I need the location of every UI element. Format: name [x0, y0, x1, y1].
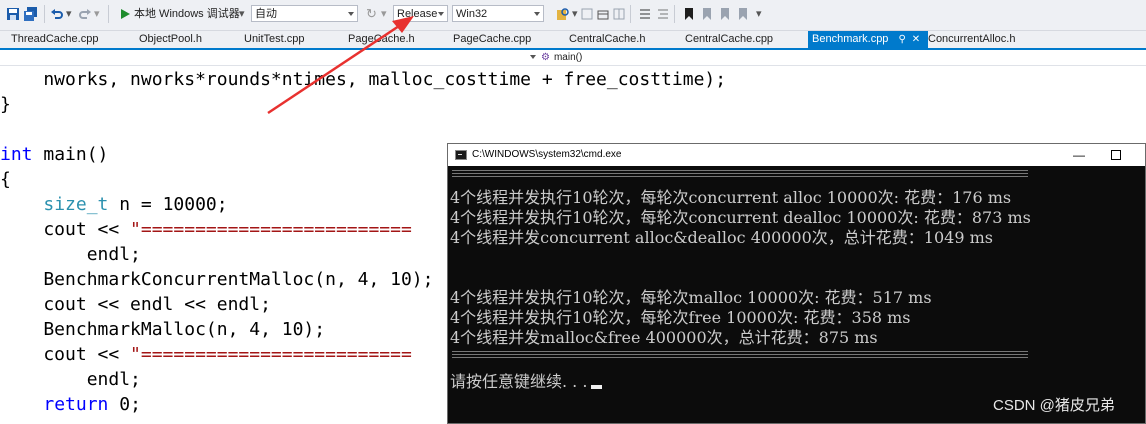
mode-select[interactable]: 自动: [251, 5, 358, 22]
tab-unittest-cpp[interactable]: UnitTest.cpp: [244, 31, 305, 48]
code-line: int main(): [0, 142, 108, 167]
type-name: size_t: [43, 194, 109, 215]
toolbar-tool-icon[interactable]: [580, 7, 594, 21]
console-titlebar[interactable]: C:\WINDOWS\system32\cmd.exe —: [448, 144, 1145, 166]
string-literal: "=========================: [130, 344, 412, 365]
code-line: endl;: [0, 244, 141, 265]
start-debug-button[interactable]: 本地 Windows 调试器: [134, 5, 240, 23]
clear-bookmarks-icon[interactable]: [736, 7, 750, 21]
code-text: 0;: [108, 394, 141, 415]
pin-icon[interactable]: ⚲: [898, 34, 905, 45]
separator-line: [452, 351, 1028, 360]
find-in-files-icon[interactable]: [556, 7, 570, 21]
redo-dropdown-icon[interactable]: ▾: [94, 5, 100, 23]
console-icon: [455, 150, 467, 160]
toolbar-tool-icon[interactable]: [612, 7, 626, 21]
tab-objectpool-h[interactable]: ObjectPool.h: [139, 31, 202, 48]
code-line: }: [0, 94, 11, 115]
platform-select[interactable]: Win32: [452, 5, 544, 22]
keyword: int: [0, 144, 33, 165]
refresh-icon[interactable]: ↻: [366, 5, 377, 23]
code-line: BenchmarkConcurrentMalloc(n, 4, 10);: [0, 269, 434, 290]
keyword: return: [43, 394, 109, 415]
toolbar: ▾ ▾ 本地 Windows 调试器 ▾ 自动 ↻ ▾ Release Win3…: [0, 0, 1146, 31]
toolbar-separator: [674, 5, 675, 23]
console-title: C:\WINDOWS\system32\cmd.exe: [472, 149, 622, 160]
chevron-down-icon[interactable]: [530, 55, 536, 59]
refresh-dropdown-icon[interactable]: ▾: [381, 5, 387, 23]
tab-pagecache-h[interactable]: PageCache.h: [348, 31, 415, 48]
chevron-down-icon: [438, 12, 444, 16]
code-line: nworks, nworks*rounds*ntimes, malloc_cos…: [0, 69, 727, 90]
watermark: CSDN @猪皮兄弟: [993, 397, 1115, 414]
uncomment-lines-icon[interactable]: [656, 7, 670, 21]
mode-select-value: 自动: [255, 8, 277, 20]
chevron-down-icon: [534, 12, 540, 16]
toolbar-separator: [108, 5, 109, 23]
undo-dropdown-icon[interactable]: ▾: [66, 5, 72, 23]
chevron-down-icon: [348, 12, 354, 16]
code-line: return 0;: [0, 392, 141, 417]
function-icon: ⚙: [541, 52, 550, 63]
console-line: 4个线程并发执行10轮次，每轮次concurrent dealloc 10000…: [450, 208, 1031, 227]
tab-benchmark-cpp[interactable]: Benchmark.cpp ⚲ ✕: [808, 31, 928, 48]
undo-icon[interactable]: [50, 7, 64, 21]
tab-centralcache-cpp[interactable]: CentralCache.cpp: [685, 31, 773, 48]
start-debug-icon[interactable]: [118, 7, 132, 21]
tab-threadcache-cpp[interactable]: ThreadCache.cpp: [11, 31, 98, 48]
code-text: main(): [32, 144, 109, 165]
console-output: 4个线程并发执行10轮次，每轮次concurrent alloc 10000次:…: [450, 168, 1145, 423]
close-icon[interactable]: ✕: [912, 34, 920, 45]
console-line: 请按任意键继续. . .: [450, 372, 603, 392]
code-line: cout << "=========================: [0, 342, 412, 367]
console-line: 4个线程并发concurrent alloc&dealloc 400000次，总…: [450, 228, 993, 247]
tab-concurrentalloc-h[interactable]: ConcurrentAlloc.h: [928, 31, 1015, 48]
text-cursor: [591, 385, 603, 389]
comment-lines-icon[interactable]: [638, 7, 652, 21]
prev-bookmark-icon[interactable]: [700, 7, 714, 21]
tab-label: Benchmark.cpp: [812, 33, 889, 45]
function-dropdown[interactable]: ⚙ main(): [541, 50, 582, 65]
document-tabs: ThreadCache.cpp ObjectPool.h UnitTest.cp…: [0, 31, 1146, 50]
code-text: n = 10000;: [108, 194, 228, 215]
console-window[interactable]: C:\WINDOWS\system32\cmd.exe — 4个线程并发执行10…: [447, 143, 1146, 424]
debugger-dropdown-icon[interactable]: ▾: [239, 5, 245, 23]
string-literal: "=========================: [130, 219, 412, 240]
tab-pagecache-cpp[interactable]: PageCache.cpp: [453, 31, 531, 48]
toolbar-overflow-icon[interactable]: ▾: [756, 5, 762, 23]
code-line: BenchmarkMalloc(n, 4, 10);: [0, 319, 326, 340]
code-text: cout <<: [0, 344, 131, 365]
toolbar-separator: [44, 5, 45, 23]
console-line: 4个线程并发执行10轮次，每轮次free 10000次: 花费：358 ms: [450, 308, 911, 327]
code-line: size_t n = 10000;: [0, 192, 228, 217]
redo-icon[interactable]: [78, 7, 92, 21]
next-bookmark-icon[interactable]: [718, 7, 732, 21]
console-line: 4个线程并发执行10轮次，每轮次malloc 10000次: 花费：517 ms: [450, 288, 932, 307]
navigation-bar: ⚙ main(): [0, 50, 1146, 66]
code-line: cout << "=========================: [0, 217, 412, 242]
toolbar-separator: [630, 5, 631, 23]
console-line: 4个线程并发malloc&free 400000次，总计花费：875 ms: [450, 328, 878, 347]
function-name: main(): [553, 52, 583, 63]
toolbar-tool-icon[interactable]: [596, 7, 610, 21]
save-all-icon[interactable]: [24, 7, 38, 21]
tab-centralcache-h[interactable]: CentralCache.h: [569, 31, 645, 48]
maximize-button[interactable]: [1111, 150, 1121, 160]
code-text: cout <<: [0, 219, 131, 240]
config-select[interactable]: Release: [393, 5, 448, 22]
code-line: {: [0, 169, 11, 190]
code-line: cout << endl << endl;: [0, 294, 271, 315]
platform-select-value: Win32: [456, 8, 488, 20]
prompt-text: 请按任意键继续. . .: [450, 372, 588, 391]
console-line: 4个线程并发执行10轮次，每轮次concurrent alloc 10000次:…: [450, 188, 1012, 207]
bookmark-icon[interactable]: [682, 7, 696, 21]
save-icon[interactable]: [6, 7, 20, 21]
config-select-value: Release: [397, 8, 438, 20]
code-line: endl;: [0, 369, 141, 390]
minimize-button[interactable]: —: [1073, 144, 1085, 166]
find-dropdown-icon[interactable]: ▾: [572, 5, 578, 23]
separator-line: [452, 170, 1028, 179]
